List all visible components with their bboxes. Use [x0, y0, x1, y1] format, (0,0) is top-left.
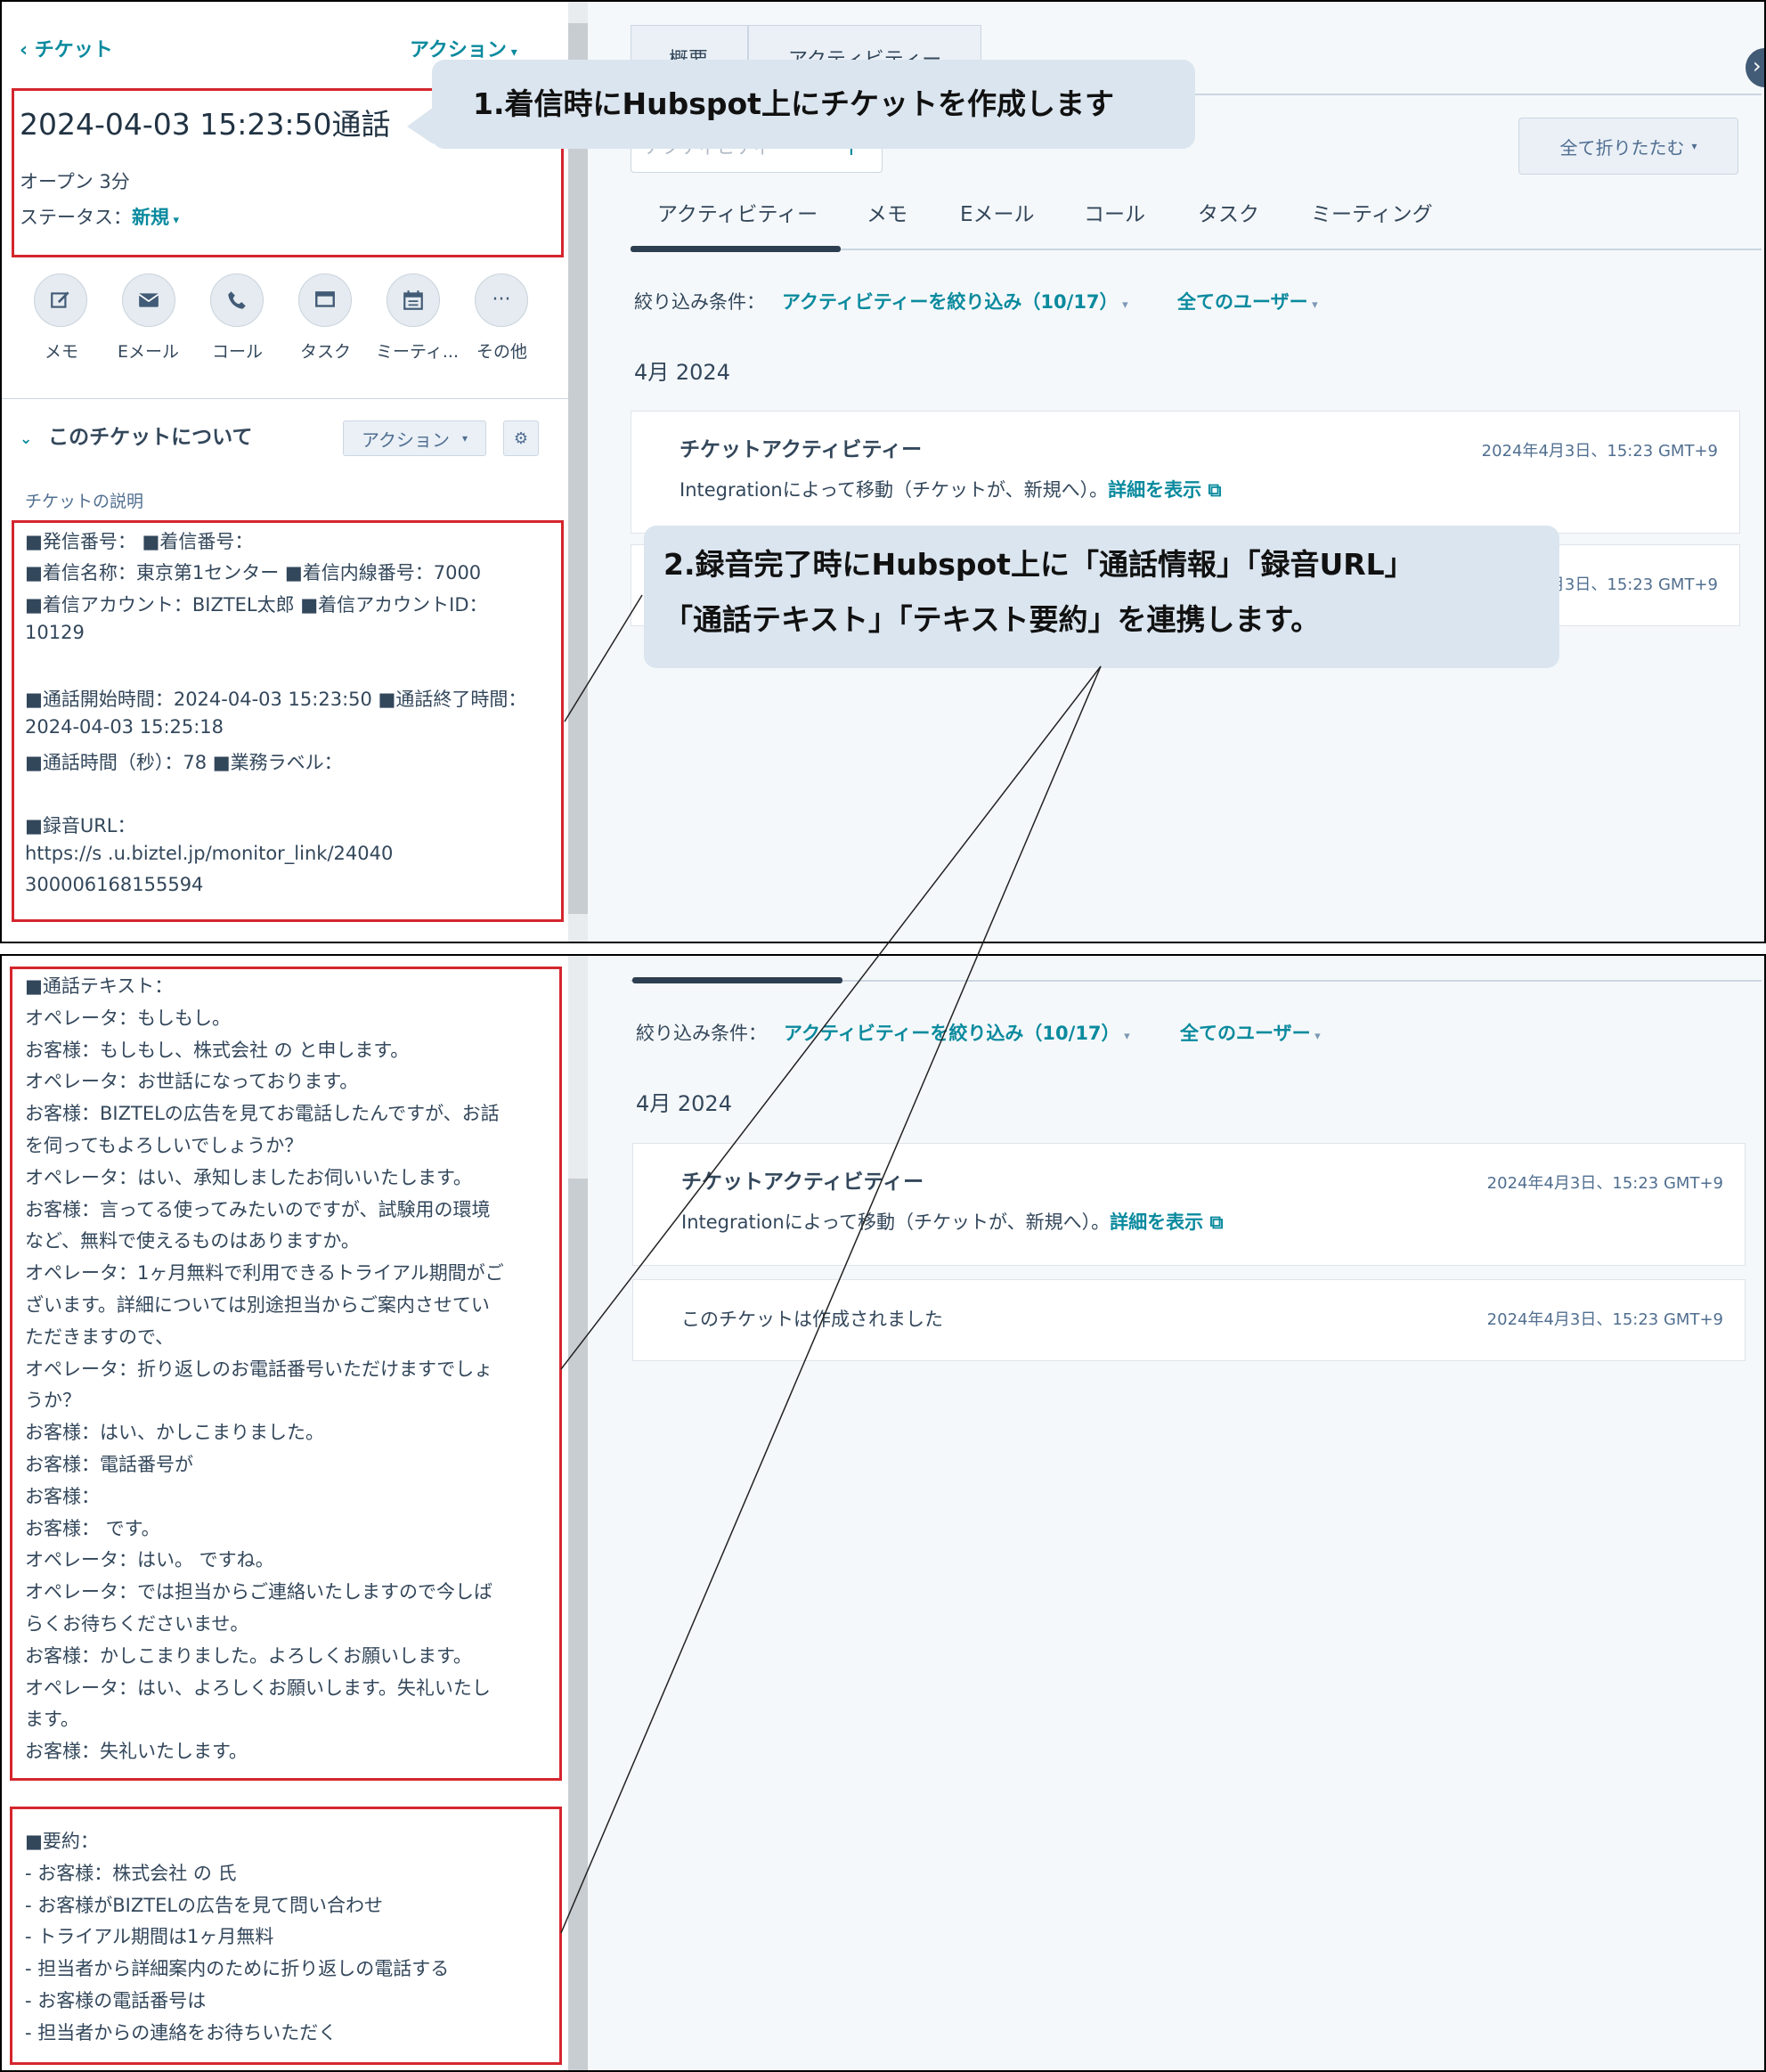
- caret-down-icon: ▾: [1307, 298, 1318, 312]
- tab-memo[interactable]: メモ: [867, 203, 907, 228]
- caret-down-icon: ▾: [506, 45, 517, 60]
- tab-all-activity[interactable]: アクティビティー: [657, 203, 818, 228]
- card-title: チケットアクティビティー: [681, 1171, 924, 1194]
- tab-call[interactable]: コール: [1084, 203, 1145, 228]
- tab-task[interactable]: タスク: [1198, 203, 1259, 228]
- filter-users-dropdown[interactable]: 全てのユーザー ▾: [1177, 291, 1318, 314]
- monitor-icon: [315, 291, 335, 307]
- call-label: コール: [212, 342, 264, 362]
- external-link-icon: ⧉: [1209, 1211, 1224, 1233]
- calendar-icon: [403, 290, 423, 310]
- task-button[interactable]: [298, 273, 352, 327]
- email-label: Eメール: [118, 342, 180, 362]
- card-body: Integrationによって移動（チケットが、新規へ）。詳細を表示 ⧉: [681, 1211, 1224, 1233]
- activity-panel-scrolled: 絞り込み条件： アクティビティーを絞り込み（10/17） ▾ 全てのユーザー ▾…: [588, 956, 1764, 2070]
- meeting-label: ミーティ...: [376, 342, 459, 362]
- scroll-thumb[interactable]: [568, 1179, 588, 2070]
- more-button[interactable]: ···: [475, 273, 528, 327]
- caret-down-icon: ▾: [1310, 1030, 1321, 1043]
- call-button[interactable]: [210, 273, 264, 327]
- gear-icon: ⚙: [513, 428, 529, 448]
- tab-meeting[interactable]: ミーティング: [1311, 203, 1433, 228]
- collapse-all-button[interactable]: 全て折りたたむ ▾: [1518, 118, 1738, 175]
- transcript-highlight: [10, 967, 562, 1781]
- callout-recording-sync: 2.録音完了時にHubspot上に「通話情報」「録音URL」 「通話テキスト」「…: [644, 526, 1559, 668]
- filter-activity-dropdown[interactable]: アクティビティーを絞り込み（10/17） ▾: [784, 1023, 1130, 1045]
- meeting-button[interactable]: [387, 273, 440, 327]
- activity-card-ticket[interactable]: チケットアクティビティー 2024年4月3日、15:23 GMT+9 Integ…: [631, 411, 1740, 534]
- tab-email[interactable]: Eメール: [960, 203, 1035, 228]
- view-details-link[interactable]: 詳細を表示 ⧉: [1110, 1211, 1223, 1233]
- activity-card-created[interactable]: このチケットは作成されました 2024年4月3日、15:23 GMT+9: [632, 1279, 1746, 1361]
- caret-down-icon: ▾: [1118, 298, 1128, 312]
- filter-users-dropdown[interactable]: 全てのユーザー ▾: [1180, 1023, 1321, 1045]
- card-timestamp: 2024年4月3日、15:23 GMT+9: [1486, 1310, 1723, 1329]
- more-label: その他: [476, 342, 528, 362]
- description-highlight: [12, 520, 564, 922]
- month-header: 4月 2024: [636, 1091, 732, 1116]
- card-title: チケットアクティビティー: [680, 438, 923, 461]
- chevron-left-icon: ‹: [20, 39, 35, 61]
- about-actions-button[interactable]: アクション ▾: [343, 420, 486, 456]
- edit-icon: [51, 291, 69, 308]
- caret-down-icon: ▾: [1119, 1030, 1130, 1043]
- caret-down-icon: ▾: [461, 432, 468, 445]
- bottom-screenshot-panel: ■通話テキスト： オペレータ：もしもし。 お客様：もしもし、株式会社 の と申します…: [0, 954, 1766, 2072]
- filter-label: 絞り込み条件：: [636, 1023, 767, 1044]
- chevron-down-icon: ⌄: [20, 430, 38, 448]
- top-screenshot-panel: ‹ チケット アクション ▾ 2024-04-03 15:23:50通話 オープ…: [0, 0, 1766, 943]
- month-header: 4月 2024: [634, 360, 730, 385]
- memo-label: メモ: [45, 342, 79, 362]
- back-to-tickets-link[interactable]: ‹ チケット: [20, 39, 113, 62]
- card-body: Integrationによって移動（チケットが、新規へ）。詳細を表示 ⧉: [680, 479, 1222, 501]
- more-icon: ···: [492, 289, 511, 311]
- active-tab-indicator: [631, 246, 841, 252]
- envelope-icon: [138, 293, 159, 307]
- divider: [2, 398, 568, 399]
- email-button[interactable]: [122, 273, 175, 327]
- card-text: このチケットは作成されました: [681, 1309, 943, 1330]
- callout-ticket-creation: 1.着信時にHubspot上にチケットを作成します: [432, 60, 1195, 149]
- settings-button[interactable]: ⚙: [503, 420, 539, 456]
- card-timestamp: 2024年4月3日、15:23 GMT+9: [1481, 442, 1718, 461]
- filter-label: 絞り込み条件：: [634, 291, 765, 313]
- memo-button[interactable]: [34, 273, 87, 327]
- activity-card-ticket[interactable]: チケットアクティビティー 2024年4月3日、15:23 GMT+9 Integ…: [632, 1143, 1746, 1266]
- caret-down-icon: ▾: [1691, 140, 1697, 152]
- about-section-header[interactable]: ⌄ このチケットについて: [20, 426, 252, 451]
- external-link-icon: ⧉: [1208, 479, 1222, 501]
- active-tab-indicator: [632, 977, 842, 983]
- scroll-thumb[interactable]: [568, 23, 588, 914]
- card-timestamp: 2024年4月3日、15:23 GMT+9: [1486, 1174, 1723, 1193]
- filter-activity-dropdown[interactable]: アクティビティーを絞り込み（10/17） ▾: [782, 291, 1128, 314]
- summary-highlight: [10, 1807, 562, 2065]
- task-label: タスク: [300, 342, 352, 362]
- phone-icon: [228, 291, 246, 309]
- collapse-panel-button[interactable]: ›: [1746, 48, 1764, 87]
- view-details-link[interactable]: 詳細を表示 ⧉: [1108, 479, 1221, 501]
- ticket-sidebar-scrolled: ■通話テキスト： オペレータ：もしもし。 お客様：もしもし、株式会社 の と申します…: [2, 956, 568, 2070]
- description-label: チケットの説明: [25, 492, 144, 511]
- chevron-right-icon: ›: [1753, 53, 1762, 78]
- sidebar-scrollbar[interactable]: [568, 956, 588, 2070]
